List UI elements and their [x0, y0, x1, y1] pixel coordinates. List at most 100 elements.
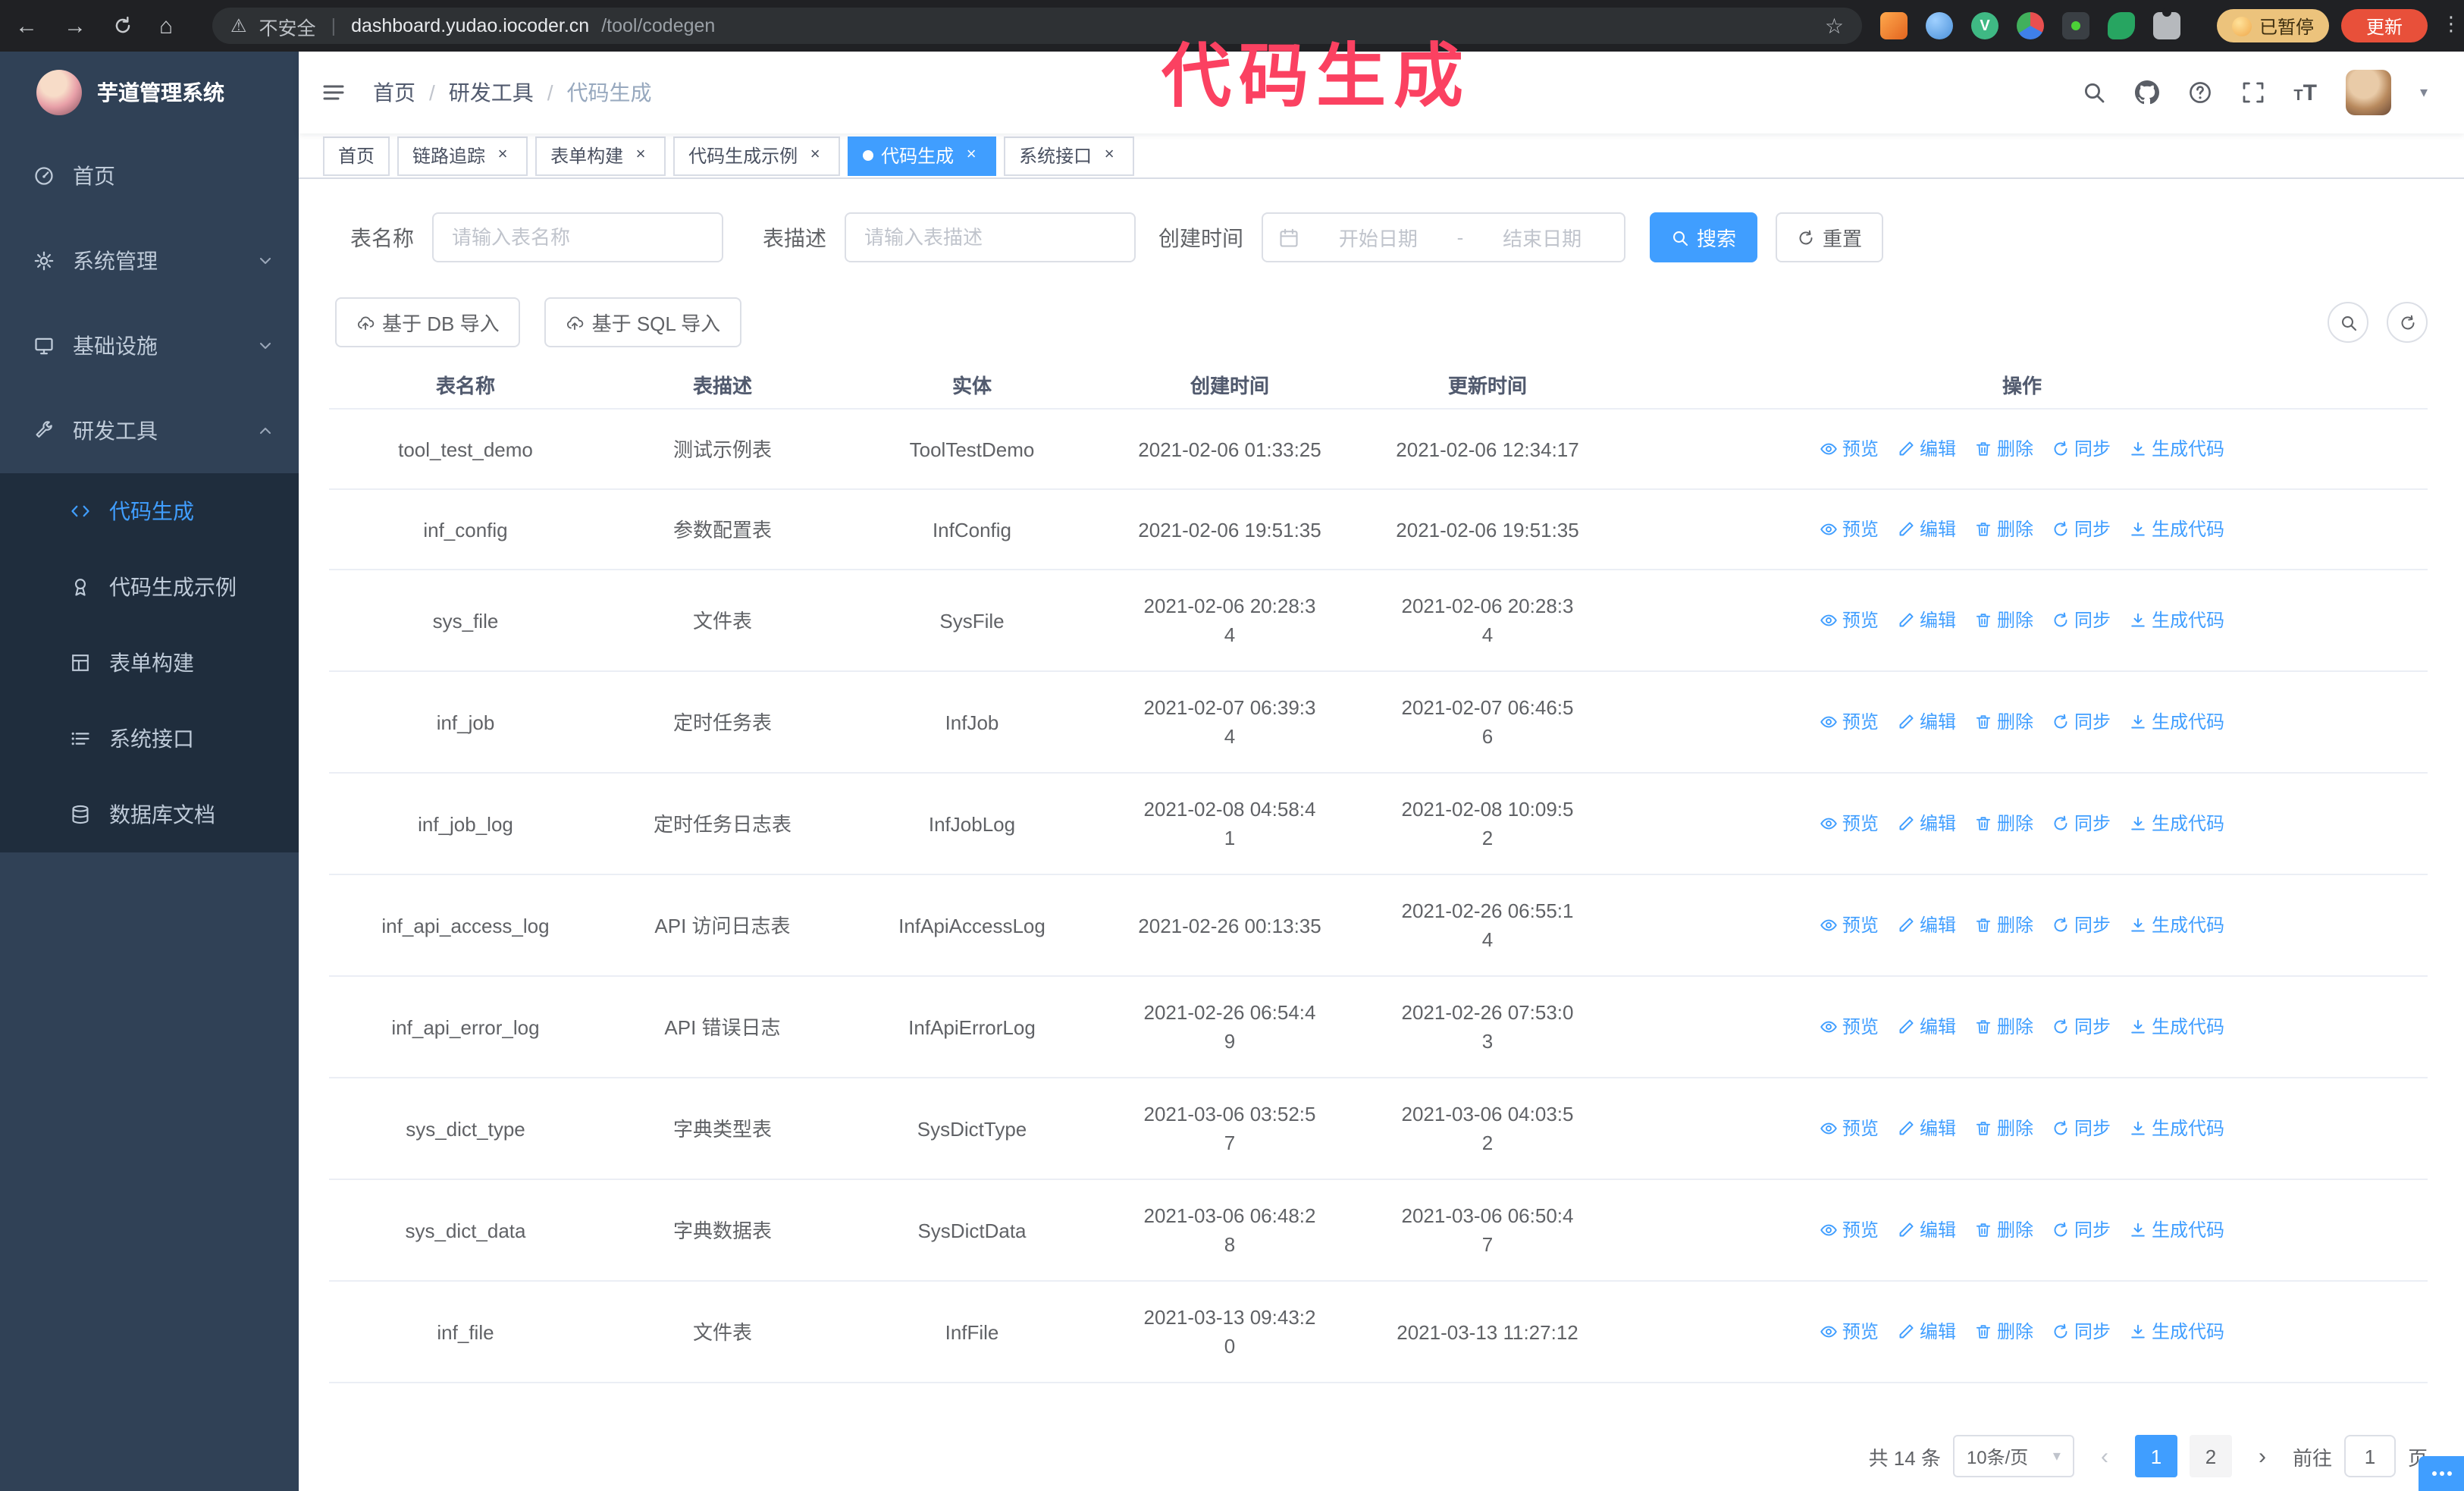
- sync-link[interactable]: 同步: [2052, 809, 2111, 838]
- sidebar-item-codegen-example[interactable]: 代码生成示例: [0, 549, 299, 625]
- extension-drop-icon[interactable]: [1926, 12, 1953, 39]
- extensions-puzzle-icon[interactable]: [2153, 8, 2180, 39]
- sidebar-item-db-doc[interactable]: 数据库文档: [0, 777, 299, 852]
- address-bar[interactable]: ⚠ 不安全 | dashboard.yudao.iocoder.cn/tool/…: [212, 8, 1862, 44]
- font-size-icon[interactable]: TT: [2293, 81, 2317, 104]
- generate-code-link[interactable]: 生成代码: [2129, 708, 2224, 736]
- sync-link[interactable]: 同步: [2052, 1317, 2111, 1346]
- edit-link[interactable]: 编辑: [1897, 606, 1956, 635]
- delete-link[interactable]: 删除: [1974, 435, 2033, 463]
- paused-badge[interactable]: 已暂停: [2217, 9, 2329, 42]
- edit-link[interactable]: 编辑: [1897, 911, 1956, 940]
- generate-code-link[interactable]: 生成代码: [2129, 1114, 2224, 1143]
- preview-link[interactable]: 预览: [1820, 606, 1879, 635]
- delete-link[interactable]: 删除: [1974, 1012, 2033, 1041]
- sidebar-item-infra[interactable]: 基础设施: [0, 303, 299, 388]
- search-button[interactable]: 搜索: [1650, 212, 1758, 262]
- prev-page-button[interactable]: ‹: [2086, 1435, 2123, 1477]
- sidebar-item-codegen[interactable]: 代码生成: [0, 473, 299, 549]
- browser-reload-icon[interactable]: [112, 15, 133, 36]
- preview-link[interactable]: 预览: [1820, 1317, 1879, 1346]
- close-icon[interactable]: ×: [1099, 146, 1119, 165]
- preview-link[interactable]: 预览: [1820, 1216, 1879, 1245]
- generate-code-link[interactable]: 生成代码: [2129, 1216, 2224, 1245]
- tab-home[interactable]: 首页: [323, 136, 390, 175]
- import-sql-button[interactable]: 基于 SQL 导入: [544, 297, 742, 347]
- edit-link[interactable]: 编辑: [1897, 1317, 1956, 1346]
- close-icon[interactable]: ×: [805, 146, 825, 165]
- user-avatar[interactable]: [2345, 70, 2391, 115]
- sidebar-item-home[interactable]: 首页: [0, 133, 299, 218]
- edit-link[interactable]: 编辑: [1897, 1012, 1956, 1041]
- generate-code-link[interactable]: 生成代码: [2129, 435, 2224, 463]
- edit-link[interactable]: 编辑: [1897, 435, 1956, 463]
- sidebar-item-system[interactable]: 系统管理: [0, 218, 299, 303]
- table-name-input[interactable]: [432, 212, 723, 262]
- close-icon[interactable]: ×: [961, 146, 981, 165]
- sidebar-item-system-api[interactable]: 系统接口: [0, 701, 299, 777]
- delete-link[interactable]: 删除: [1974, 1114, 2033, 1143]
- bookmark-star-icon[interactable]: ☆: [1825, 13, 1844, 39]
- sync-link[interactable]: 同步: [2052, 606, 2111, 635]
- extension-people-icon[interactable]: [2017, 12, 2044, 39]
- page-size-select[interactable]: 10条/页 ▾: [1952, 1435, 2074, 1477]
- tab-system-api[interactable]: 系统接口 ×: [1004, 136, 1135, 175]
- delete-link[interactable]: 删除: [1974, 515, 2033, 544]
- delete-link[interactable]: 删除: [1974, 809, 2033, 838]
- goto-page-input[interactable]: [2343, 1435, 2396, 1477]
- sync-link[interactable]: 同步: [2052, 435, 2111, 463]
- edit-link[interactable]: 编辑: [1897, 1114, 1956, 1143]
- generate-code-link[interactable]: 生成代码: [2129, 809, 2224, 838]
- preview-link[interactable]: 预览: [1820, 809, 1879, 838]
- sync-link[interactable]: 同步: [2052, 1216, 2111, 1245]
- browser-menu-icon[interactable]: ⋮: [2441, 12, 2461, 36]
- delete-link[interactable]: 删除: [1974, 911, 2033, 940]
- preview-link[interactable]: 预览: [1820, 1114, 1879, 1143]
- page-button-2[interactable]: 2: [2189, 1435, 2232, 1477]
- breadcrumb-devtools[interactable]: 研发工具: [449, 77, 534, 108]
- delete-link[interactable]: 删除: [1974, 708, 2033, 736]
- vue-devtools-icon[interactable]: V: [1971, 12, 1998, 39]
- edit-link[interactable]: 编辑: [1897, 515, 1956, 544]
- delete-link[interactable]: 删除: [1974, 1216, 2033, 1245]
- sync-link[interactable]: 同步: [2052, 1114, 2111, 1143]
- generate-code-link[interactable]: 生成代码: [2129, 1012, 2224, 1041]
- generate-code-link[interactable]: 生成代码: [2129, 1317, 2224, 1346]
- sync-link[interactable]: 同步: [2052, 708, 2111, 736]
- github-icon[interactable]: [2134, 80, 2158, 105]
- preview-link[interactable]: 预览: [1820, 708, 1879, 736]
- browser-forward-icon[interactable]: →: [64, 13, 86, 39]
- floating-widget-button[interactable]: [2419, 1456, 2464, 1491]
- sidebar-item-form-builder[interactable]: 表单构建: [0, 625, 299, 701]
- help-icon[interactable]: [2187, 80, 2212, 105]
- logo[interactable]: 芋道管理系统: [0, 52, 299, 133]
- date-range-picker[interactable]: 开始日期 - 结束日期: [1262, 212, 1625, 262]
- chrome-update-button[interactable]: 更新: [2341, 9, 2428, 42]
- edit-link[interactable]: 编辑: [1897, 708, 1956, 736]
- sync-link[interactable]: 同步: [2052, 1012, 2111, 1041]
- generate-code-link[interactable]: 生成代码: [2129, 911, 2224, 940]
- search-icon[interactable]: [2081, 80, 2105, 105]
- avatar-caret-down-icon[interactable]: ▾: [2420, 84, 2428, 101]
- tab-codegen-example[interactable]: 代码生成示例 ×: [673, 136, 841, 175]
- fullscreen-icon[interactable]: [2240, 80, 2265, 105]
- preview-link[interactable]: 预览: [1820, 1012, 1879, 1041]
- generate-code-link[interactable]: 生成代码: [2129, 515, 2224, 544]
- sidebar-item-devtools[interactable]: 研发工具: [0, 388, 299, 473]
- page-button-1[interactable]: 1: [2134, 1435, 2177, 1477]
- refresh-table-button[interactable]: [2387, 302, 2428, 343]
- preview-link[interactable]: 预览: [1820, 911, 1879, 940]
- table-desc-input[interactable]: [845, 212, 1136, 262]
- sync-link[interactable]: 同步: [2052, 911, 2111, 940]
- delete-link[interactable]: 删除: [1974, 1317, 2033, 1346]
- browser-back-icon[interactable]: ←: [15, 13, 38, 39]
- tab-form-builder[interactable]: 表单构建 ×: [535, 136, 666, 175]
- tab-tracing[interactable]: 链路追踪 ×: [397, 136, 528, 175]
- preview-link[interactable]: 预览: [1820, 515, 1879, 544]
- browser-home-icon[interactable]: ⌂: [159, 13, 173, 39]
- generate-code-link[interactable]: 生成代码: [2129, 606, 2224, 635]
- breadcrumb-home[interactable]: 首页: [373, 77, 415, 108]
- close-icon[interactable]: ×: [631, 146, 650, 165]
- edit-link[interactable]: 编辑: [1897, 809, 1956, 838]
- extension-dark-icon[interactable]: [2062, 12, 2089, 39]
